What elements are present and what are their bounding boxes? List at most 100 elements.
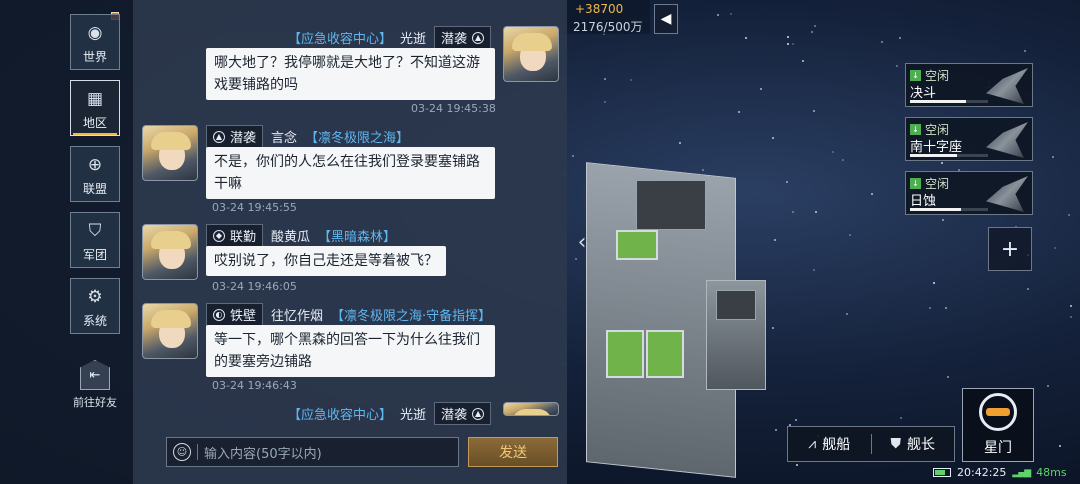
rank-badge: 潜袭 ▲ — [434, 402, 492, 425]
fleet-slot[interactable]: ↓ 空闲 南十字座 — [905, 117, 1033, 161]
star — [932, 282, 935, 285]
chat-input[interactable]: ☺ 输入内容(50字以内) — [166, 437, 459, 467]
star — [900, 417, 903, 420]
chat-bubble[interactable]: 等一下，哪个黑森的回答一下为什么往我们 的要塞旁边铺路 — [206, 325, 495, 377]
star — [787, 42, 790, 45]
message-timestamp: 03-24 19:45:38 — [411, 102, 496, 115]
signal-icon: ▂▄▆ — [1012, 467, 1031, 478]
rank-label: 联勤 — [230, 230, 257, 245]
station-module — [716, 290, 756, 320]
collapse-chat-button[interactable]: ◀ — [654, 4, 678, 34]
guild-name[interactable]: 【黑暗森林】 — [318, 226, 396, 245]
star — [1023, 50, 1026, 53]
ship-outline-icon: ⩘ — [808, 436, 817, 452]
nav-tab-region[interactable]: ▦ 地区 — [70, 80, 120, 136]
star — [604, 101, 607, 104]
nav-tab-system[interactable]: ⚙ 系统 — [70, 278, 120, 334]
idle-icon: ↓ — [910, 178, 921, 189]
guild-name[interactable]: 【应急收容中心】 — [288, 28, 392, 47]
player-name[interactable]: 光逝 — [400, 28, 426, 47]
chat-bubble[interactable]: 哪大地了？我停哪就是大地了？不知道这游 戏要铺路的吗 — [206, 48, 495, 100]
rank-chevron-icon: ⛊ — [890, 436, 902, 452]
star — [941, 218, 944, 221]
avatar[interactable] — [142, 303, 198, 359]
nav-tab-label: 联盟 — [82, 182, 107, 196]
rank-label: 潜袭 — [441, 32, 468, 47]
plus-icon: + — [1000, 236, 1020, 262]
star — [771, 136, 774, 139]
go-to-friends-button[interactable]: ⇤ 前往好友 — [70, 360, 120, 410]
player-name[interactable]: 往忆作烟 — [271, 305, 323, 324]
star — [786, 181, 789, 184]
avatar[interactable] — [503, 402, 559, 416]
rank-icon: ◐ — [213, 308, 225, 321]
message-meta: ◆ 联勤 酸黄瓜 【黑暗森林】 — [206, 224, 396, 247]
star — [792, 210, 795, 213]
space-station[interactable] — [566, 160, 766, 484]
go-to-friends-label: 前往好友 — [73, 396, 117, 409]
star — [791, 43, 794, 46]
star — [898, 36, 901, 39]
ships-button[interactable]: ⩘ 舰船 — [788, 434, 871, 454]
idle-icon: ↓ — [910, 124, 921, 135]
player-name[interactable]: 光逝 — [400, 404, 426, 423]
captains-button[interactable]: ⛊ 舰长 — [872, 434, 955, 454]
chat-bubble-line: 哎别说了，你自己走还是等着被飞？ — [214, 253, 438, 269]
fleet-slot[interactable]: ↓ 空闲 决斗 — [905, 63, 1033, 107]
message-meta: 【应急收容中心】 光逝 潜袭 ▲ — [288, 402, 492, 425]
avatar[interactable] — [142, 224, 198, 280]
rank-badge: ▲ 潜袭 — [206, 125, 264, 148]
rank-label: 铁壁 — [230, 309, 257, 324]
star — [730, 13, 733, 16]
input-divider — [197, 444, 198, 460]
add-fleet-button[interactable]: + — [988, 227, 1032, 271]
star — [745, 37, 748, 40]
emoji-icon[interactable]: ☺ — [173, 443, 191, 461]
station-landing-pad — [616, 230, 658, 260]
star — [813, 110, 816, 113]
chat-panel[interactable]: 【应急收容中心】 光逝 潜袭 ▲ 哪大地了？我停哪就是大地了？不知道这游 戏要铺… — [133, 0, 567, 484]
message-meta: ◐ 铁壁 往忆作烟 【凛冬极限之海·守备指挥】 — [206, 303, 491, 326]
rank-label: 潜袭 — [230, 131, 257, 146]
shield-icon: ⛉ — [88, 221, 102, 241]
star — [774, 238, 777, 241]
player-name[interactable]: 酸黄瓜 — [271, 226, 310, 245]
stargate-button[interactable]: 星门 — [962, 388, 1034, 462]
star — [845, 313, 848, 316]
rank-label: 潜袭 — [441, 408, 468, 423]
fleet-health-bar — [910, 154, 988, 157]
rank-badge: ◆ 联勤 — [206, 224, 264, 247]
chat-bubble-line: 戏要铺路的吗 — [214, 77, 298, 93]
person-arrow-icon: ⇤ — [80, 360, 110, 390]
star — [811, 30, 814, 33]
chat-bubble[interactable]: 不是，你们的人怎么在往我们登录要塞铺路 干嘛 — [206, 147, 495, 199]
guild-name[interactable]: 【凛冬极限之海】 — [305, 127, 409, 146]
clock: 20:42:25 — [957, 466, 1007, 479]
avatar[interactable] — [503, 26, 559, 82]
send-button[interactable]: 发送 — [468, 437, 558, 467]
region-icon: ▦ — [86, 89, 104, 109]
star — [1051, 155, 1054, 158]
captains-label: 舰长 — [907, 437, 935, 453]
guild-name[interactable]: 【应急收容中心】 — [288, 404, 392, 423]
globe-icon: ⊕ — [87, 155, 103, 175]
ship-icon — [986, 122, 1028, 158]
message-timestamp: 03-24 19:46:05 — [212, 280, 297, 293]
star — [572, 155, 575, 158]
nav-tab-world[interactable]: ◉ 世界 — [70, 14, 120, 70]
nav-tab-legion[interactable]: ⛉ 军团 — [70, 212, 120, 268]
left-nav: ◉ 世界 ▦ 地区 ⊕ 联盟 ⛉ 军团 ⚙ 系统 ⇤ 前往好友 — [0, 0, 133, 484]
device-status: 20:42:25 ▂▄▆ 48ms — [933, 466, 1067, 479]
nav-tab-alliance[interactable]: ⊕ 联盟 — [70, 146, 120, 202]
avatar[interactable] — [142, 125, 198, 181]
station-landing-pad — [646, 330, 684, 378]
chat-bubble[interactable]: 哎别说了，你自己走还是等着被飞？ — [206, 246, 446, 276]
player-name[interactable]: 言念 — [271, 127, 297, 146]
chevron-left-icon[interactable]: ‹ — [570, 222, 594, 262]
star — [1070, 316, 1073, 319]
battery-icon — [933, 468, 951, 477]
chat-bubble-line: 哪大地了？我停哪就是大地了？不知道这游 — [214, 55, 480, 71]
fleet-slot[interactable]: ↓ 空闲 日蚀 — [905, 171, 1033, 215]
guild-name[interactable]: 【凛冬极限之海·守备指挥】 — [331, 305, 491, 324]
star — [801, 60, 804, 63]
